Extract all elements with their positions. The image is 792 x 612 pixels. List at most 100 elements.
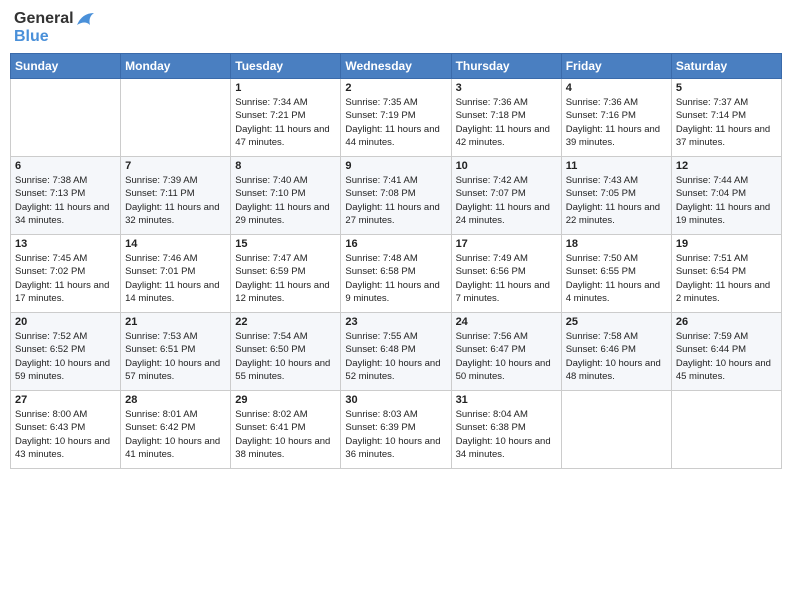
col-tuesday: Tuesday (231, 54, 341, 79)
sunrise-text: Sunrise: 7:46 AM (125, 252, 226, 265)
day-info: Sunrise: 7:52 AM Sunset: 6:52 PM Dayligh… (15, 330, 116, 383)
day-number: 23 (345, 316, 446, 328)
calendar-cell-4-3: 22 Sunrise: 7:54 AM Sunset: 6:50 PM Dayl… (231, 313, 341, 391)
calendar-cell-1-1 (11, 79, 121, 157)
sunset-text: Sunset: 6:43 PM (15, 421, 116, 434)
sunrise-text: Sunrise: 7:42 AM (456, 174, 557, 187)
daylight-text: Daylight: 11 hours and 2 minutes. (676, 279, 777, 306)
calendar-cell-2-2: 7 Sunrise: 7:39 AM Sunset: 7:11 PM Dayli… (121, 157, 231, 235)
day-number: 6 (15, 160, 116, 172)
day-info: Sunrise: 8:03 AM Sunset: 6:39 PM Dayligh… (345, 408, 446, 461)
day-info: Sunrise: 7:54 AM Sunset: 6:50 PM Dayligh… (235, 330, 336, 383)
sunset-text: Sunset: 6:38 PM (456, 421, 557, 434)
day-info: Sunrise: 7:42 AM Sunset: 7:07 PM Dayligh… (456, 174, 557, 227)
calendar-cell-1-6: 4 Sunrise: 7:36 AM Sunset: 7:16 PM Dayli… (561, 79, 671, 157)
calendar-cell-2-1: 6 Sunrise: 7:38 AM Sunset: 7:13 PM Dayli… (11, 157, 121, 235)
sunrise-text: Sunrise: 8:01 AM (125, 408, 226, 421)
page-header: General Blue (10, 10, 782, 45)
sunrise-text: Sunrise: 7:49 AM (456, 252, 557, 265)
calendar-cell-3-4: 16 Sunrise: 7:48 AM Sunset: 6:58 PM Dayl… (341, 235, 451, 313)
day-info: Sunrise: 8:01 AM Sunset: 6:42 PM Dayligh… (125, 408, 226, 461)
day-info: Sunrise: 8:04 AM Sunset: 6:38 PM Dayligh… (456, 408, 557, 461)
day-info: Sunrise: 7:55 AM Sunset: 6:48 PM Dayligh… (345, 330, 446, 383)
day-info: Sunrise: 8:00 AM Sunset: 6:43 PM Dayligh… (15, 408, 116, 461)
day-info: Sunrise: 7:51 AM Sunset: 6:54 PM Dayligh… (676, 252, 777, 305)
col-friday: Friday (561, 54, 671, 79)
sunrise-text: Sunrise: 7:45 AM (15, 252, 116, 265)
day-info: Sunrise: 7:49 AM Sunset: 6:56 PM Dayligh… (456, 252, 557, 305)
daylight-text: Daylight: 10 hours and 38 minutes. (235, 435, 336, 462)
daylight-text: Daylight: 10 hours and 41 minutes. (125, 435, 226, 462)
day-number: 14 (125, 238, 226, 250)
sunset-text: Sunset: 7:05 PM (566, 187, 667, 200)
sunrise-text: Sunrise: 7:50 AM (566, 252, 667, 265)
daylight-text: Daylight: 11 hours and 32 minutes. (125, 201, 226, 228)
calendar-week-4: 20 Sunrise: 7:52 AM Sunset: 6:52 PM Dayl… (11, 313, 782, 391)
sunrise-text: Sunrise: 7:36 AM (456, 96, 557, 109)
sunrise-text: Sunrise: 8:04 AM (456, 408, 557, 421)
daylight-text: Daylight: 11 hours and 12 minutes. (235, 279, 336, 306)
day-number: 21 (125, 316, 226, 328)
daylight-text: Daylight: 10 hours and 59 minutes. (15, 357, 116, 384)
calendar-cell-2-7: 12 Sunrise: 7:44 AM Sunset: 7:04 PM Dayl… (671, 157, 781, 235)
calendar-cell-5-1: 27 Sunrise: 8:00 AM Sunset: 6:43 PM Dayl… (11, 391, 121, 469)
daylight-text: Daylight: 11 hours and 39 minutes. (566, 123, 667, 150)
day-info: Sunrise: 7:34 AM Sunset: 7:21 PM Dayligh… (235, 96, 336, 149)
calendar-week-5: 27 Sunrise: 8:00 AM Sunset: 6:43 PM Dayl… (11, 391, 782, 469)
daylight-text: Daylight: 11 hours and 4 minutes. (566, 279, 667, 306)
day-info: Sunrise: 7:36 AM Sunset: 7:18 PM Dayligh… (456, 96, 557, 149)
day-number: 29 (235, 394, 336, 406)
sunrise-text: Sunrise: 7:35 AM (345, 96, 446, 109)
calendar-cell-4-6: 25 Sunrise: 7:58 AM Sunset: 6:46 PM Dayl… (561, 313, 671, 391)
calendar-header-row: Sunday Monday Tuesday Wednesday Thursday… (11, 54, 782, 79)
day-info: Sunrise: 7:50 AM Sunset: 6:55 PM Dayligh… (566, 252, 667, 305)
sunrise-text: Sunrise: 7:47 AM (235, 252, 336, 265)
col-wednesday: Wednesday (341, 54, 451, 79)
calendar-cell-3-6: 18 Sunrise: 7:50 AM Sunset: 6:55 PM Dayl… (561, 235, 671, 313)
sunrise-text: Sunrise: 7:53 AM (125, 330, 226, 343)
sunset-text: Sunset: 6:42 PM (125, 421, 226, 434)
sunrise-text: Sunrise: 7:37 AM (676, 96, 777, 109)
day-number: 15 (235, 238, 336, 250)
day-info: Sunrise: 7:58 AM Sunset: 6:46 PM Dayligh… (566, 330, 667, 383)
sunrise-text: Sunrise: 7:48 AM (345, 252, 446, 265)
day-number: 20 (15, 316, 116, 328)
sunset-text: Sunset: 7:08 PM (345, 187, 446, 200)
col-sunday: Sunday (11, 54, 121, 79)
logo: General Blue (14, 10, 94, 45)
day-number: 11 (566, 160, 667, 172)
logo: General Blue (14, 10, 94, 45)
sunset-text: Sunset: 6:50 PM (235, 343, 336, 356)
calendar-cell-1-3: 1 Sunrise: 7:34 AM Sunset: 7:21 PM Dayli… (231, 79, 341, 157)
calendar-cell-1-5: 3 Sunrise: 7:36 AM Sunset: 7:18 PM Dayli… (451, 79, 561, 157)
sunset-text: Sunset: 6:52 PM (15, 343, 116, 356)
calendar-cell-4-7: 26 Sunrise: 7:59 AM Sunset: 6:44 PM Dayl… (671, 313, 781, 391)
daylight-text: Daylight: 10 hours and 43 minutes. (15, 435, 116, 462)
sunrise-text: Sunrise: 8:02 AM (235, 408, 336, 421)
day-number: 7 (125, 160, 226, 172)
daylight-text: Daylight: 10 hours and 52 minutes. (345, 357, 446, 384)
calendar-cell-5-5: 31 Sunrise: 8:04 AM Sunset: 6:38 PM Dayl… (451, 391, 561, 469)
day-number: 8 (235, 160, 336, 172)
sunrise-text: Sunrise: 7:39 AM (125, 174, 226, 187)
day-info: Sunrise: 7:45 AM Sunset: 7:02 PM Dayligh… (15, 252, 116, 305)
day-number: 13 (15, 238, 116, 250)
calendar-cell-4-2: 21 Sunrise: 7:53 AM Sunset: 6:51 PM Dayl… (121, 313, 231, 391)
day-info: Sunrise: 7:53 AM Sunset: 6:51 PM Dayligh… (125, 330, 226, 383)
calendar-cell-3-2: 14 Sunrise: 7:46 AM Sunset: 7:01 PM Dayl… (121, 235, 231, 313)
day-number: 25 (566, 316, 667, 328)
sunset-text: Sunset: 7:18 PM (456, 109, 557, 122)
sunset-text: Sunset: 6:54 PM (676, 265, 777, 278)
sunrise-text: Sunrise: 7:38 AM (15, 174, 116, 187)
sunset-text: Sunset: 6:44 PM (676, 343, 777, 356)
daylight-text: Daylight: 11 hours and 22 minutes. (566, 201, 667, 228)
sunset-text: Sunset: 6:48 PM (345, 343, 446, 356)
calendar-table: Sunday Monday Tuesday Wednesday Thursday… (10, 53, 782, 469)
sunset-text: Sunset: 7:14 PM (676, 109, 777, 122)
daylight-text: Daylight: 10 hours and 45 minutes. (676, 357, 777, 384)
calendar-cell-2-4: 9 Sunrise: 7:41 AM Sunset: 7:08 PM Dayli… (341, 157, 451, 235)
sunrise-text: Sunrise: 7:40 AM (235, 174, 336, 187)
day-info: Sunrise: 7:41 AM Sunset: 7:08 PM Dayligh… (345, 174, 446, 227)
sunrise-text: Sunrise: 7:51 AM (676, 252, 777, 265)
sunset-text: Sunset: 7:02 PM (15, 265, 116, 278)
